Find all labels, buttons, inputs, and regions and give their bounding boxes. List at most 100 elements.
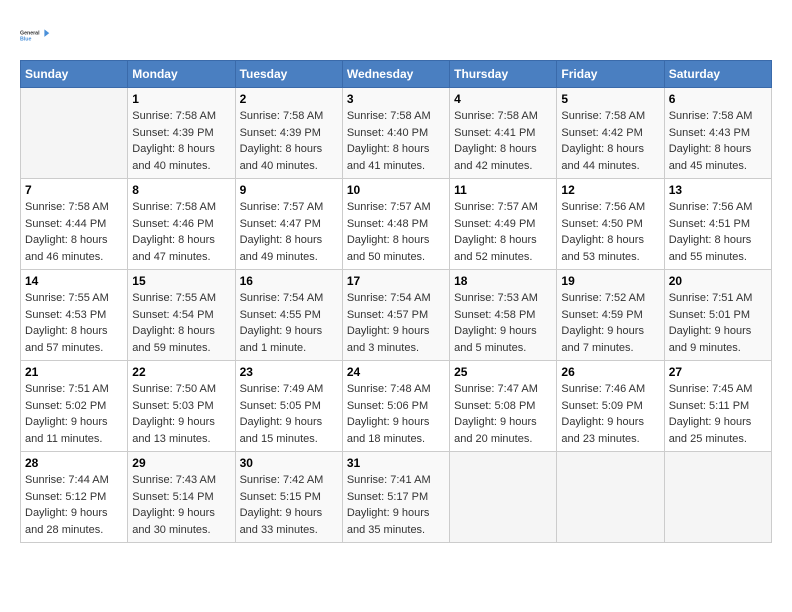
- calendar-cell: 3 Sunrise: 7:58 AMSunset: 4:40 PMDaylight…: [342, 88, 449, 179]
- calendar-cell: 2 Sunrise: 7:58 AMSunset: 4:39 PMDaylight…: [235, 88, 342, 179]
- column-header-monday: Monday: [128, 61, 235, 88]
- day-number: 11: [454, 183, 552, 197]
- day-info: Sunrise: 7:48 AMSunset: 5:06 PMDaylight:…: [347, 381, 445, 447]
- calendar-cell: 13 Sunrise: 7:56 AMSunset: 4:51 PMDayligh…: [664, 179, 771, 270]
- day-number: 15: [132, 274, 230, 288]
- column-header-sunday: Sunday: [21, 61, 128, 88]
- day-number: 9: [240, 183, 338, 197]
- calendar-cell: 15 Sunrise: 7:55 AMSunset: 4:54 PMDayligh…: [128, 270, 235, 361]
- day-number: 14: [25, 274, 123, 288]
- calendar-cell: 25 Sunrise: 7:47 AMSunset: 5:08 PMDayligh…: [450, 361, 557, 452]
- day-number: 28: [25, 456, 123, 470]
- calendar-table: SundayMondayTuesdayWednesdayThursdayFrid…: [20, 60, 772, 543]
- day-number: 17: [347, 274, 445, 288]
- day-info: Sunrise: 7:44 AMSunset: 5:12 PMDaylight:…: [25, 472, 123, 538]
- day-number: 27: [669, 365, 767, 379]
- calendar-cell: 30Sunrise: 7:42 AMSunset: 5:15 PMDayligh…: [235, 452, 342, 543]
- calendar-cell: 12 Sunrise: 7:56 AMSunset: 4:50 PMDayligh…: [557, 179, 664, 270]
- calendar-cell: 14 Sunrise: 7:55 AMSunset: 4:53 PMDayligh…: [21, 270, 128, 361]
- day-number: 13: [669, 183, 767, 197]
- day-number: 25: [454, 365, 552, 379]
- logo-icon: GeneralBlue: [20, 20, 50, 50]
- week-row-4: 21 Sunrise: 7:51 AMSunset: 5:02 PMDayligh…: [21, 361, 772, 452]
- day-info: Sunrise: 7:56 AMSunset: 4:51 PMDaylight:…: [669, 199, 767, 265]
- day-number: 21: [25, 365, 123, 379]
- day-number: 18: [454, 274, 552, 288]
- week-row-3: 14 Sunrise: 7:55 AMSunset: 4:53 PMDayligh…: [21, 270, 772, 361]
- calendar-cell: 29 Sunrise: 7:43 AMSunset: 5:14 PMDayligh…: [128, 452, 235, 543]
- calendar-cell: 21 Sunrise: 7:51 AMSunset: 5:02 PMDayligh…: [21, 361, 128, 452]
- day-number: 16: [240, 274, 338, 288]
- day-number: 26: [561, 365, 659, 379]
- day-info: Sunrise: 7:57 AMSunset: 4:47 PMDaylight:…: [240, 199, 338, 265]
- day-number: 7: [25, 183, 123, 197]
- day-info: Sunrise: 7:56 AMSunset: 4:50 PMDaylight:…: [561, 199, 659, 265]
- calendar-cell: 28 Sunrise: 7:44 AMSunset: 5:12 PMDayligh…: [21, 452, 128, 543]
- day-info: Sunrise: 7:43 AMSunset: 5:14 PMDaylight:…: [132, 472, 230, 538]
- day-number: 20: [669, 274, 767, 288]
- day-number: 30: [240, 456, 338, 470]
- calendar-cell: [664, 452, 771, 543]
- day-number: 23: [240, 365, 338, 379]
- week-row-5: 28 Sunrise: 7:44 AMSunset: 5:12 PMDayligh…: [21, 452, 772, 543]
- day-number: 3: [347, 92, 445, 106]
- day-info: Sunrise: 7:58 AMSunset: 4:46 PMDaylight:…: [132, 199, 230, 265]
- calendar-cell: 1 Sunrise: 7:58 AMSunset: 4:39 PMDaylight…: [128, 88, 235, 179]
- day-info: Sunrise: 7:55 AMSunset: 4:53 PMDaylight:…: [25, 290, 123, 356]
- day-number: 31: [347, 456, 445, 470]
- day-number: 19: [561, 274, 659, 288]
- calendar-cell: 6Sunrise: 7:58 AMSunset: 4:43 PMDaylight…: [664, 88, 771, 179]
- day-number: 4: [454, 92, 552, 106]
- calendar-cell: 18 Sunrise: 7:53 AMSunset: 4:58 PMDayligh…: [450, 270, 557, 361]
- svg-text:General: General: [20, 30, 40, 36]
- day-number: 12: [561, 183, 659, 197]
- day-info: Sunrise: 7:50 AMSunset: 5:03 PMDaylight:…: [132, 381, 230, 447]
- day-number: 2: [240, 92, 338, 106]
- calendar-cell: 17 Sunrise: 7:54 AMSunset: 4:57 PMDayligh…: [342, 270, 449, 361]
- calendar-cell: 9 Sunrise: 7:57 AMSunset: 4:47 PMDaylight…: [235, 179, 342, 270]
- calendar-cell: [557, 452, 664, 543]
- calendar-cell: 22 Sunrise: 7:50 AMSunset: 5:03 PMDayligh…: [128, 361, 235, 452]
- logo: GeneralBlue: [20, 20, 50, 50]
- day-number: 24: [347, 365, 445, 379]
- day-info: Sunrise: 7:53 AMSunset: 4:58 PMDaylight:…: [454, 290, 552, 356]
- day-info: Sunrise: 7:58 AMSunset: 4:44 PMDaylight:…: [25, 199, 123, 265]
- day-info: Sunrise: 7:55 AMSunset: 4:54 PMDaylight:…: [132, 290, 230, 356]
- calendar-cell: 31 Sunrise: 7:41 AMSunset: 5:17 PMDayligh…: [342, 452, 449, 543]
- calendar-cell: 16 Sunrise: 7:54 AMSunset: 4:55 PMDayligh…: [235, 270, 342, 361]
- column-header-thursday: Thursday: [450, 61, 557, 88]
- calendar-cell: 20 Sunrise: 7:51 AMSunset: 5:01 PMDayligh…: [664, 270, 771, 361]
- header-row: SundayMondayTuesdayWednesdayThursdayFrid…: [21, 61, 772, 88]
- day-info: Sunrise: 7:58 AMSunset: 4:41 PMDaylight:…: [454, 108, 552, 174]
- calendar-cell: 7 Sunrise: 7:58 AMSunset: 4:44 PMDaylight…: [21, 179, 128, 270]
- calendar-cell: 26 Sunrise: 7:46 AMSunset: 5:09 PMDayligh…: [557, 361, 664, 452]
- week-row-2: 7 Sunrise: 7:58 AMSunset: 4:44 PMDaylight…: [21, 179, 772, 270]
- day-info: Sunrise: 7:54 AMSunset: 4:55 PMDaylight:…: [240, 290, 338, 356]
- day-number: 10: [347, 183, 445, 197]
- calendar-cell: 10Sunrise: 7:57 AMSunset: 4:48 PMDayligh…: [342, 179, 449, 270]
- day-number: 6: [669, 92, 767, 106]
- calendar-cell: [21, 88, 128, 179]
- day-info: Sunrise: 7:57 AMSunset: 4:49 PMDaylight:…: [454, 199, 552, 265]
- column-header-wednesday: Wednesday: [342, 61, 449, 88]
- day-number: 22: [132, 365, 230, 379]
- day-info: Sunrise: 7:47 AMSunset: 5:08 PMDaylight:…: [454, 381, 552, 447]
- calendar-cell: 19Sunrise: 7:52 AMSunset: 4:59 PMDayligh…: [557, 270, 664, 361]
- day-info: Sunrise: 7:58 AMSunset: 4:42 PMDaylight:…: [561, 108, 659, 174]
- calendar-cell: 8 Sunrise: 7:58 AMSunset: 4:46 PMDaylight…: [128, 179, 235, 270]
- day-info: Sunrise: 7:58 AMSunset: 4:39 PMDaylight:…: [240, 108, 338, 174]
- day-number: 1: [132, 92, 230, 106]
- day-number: 8: [132, 183, 230, 197]
- day-info: Sunrise: 7:51 AMSunset: 5:01 PMDaylight:…: [669, 290, 767, 356]
- day-info: Sunrise: 7:51 AMSunset: 5:02 PMDaylight:…: [25, 381, 123, 447]
- day-info: Sunrise: 7:41 AMSunset: 5:17 PMDaylight:…: [347, 472, 445, 538]
- day-info: Sunrise: 7:54 AMSunset: 4:57 PMDaylight:…: [347, 290, 445, 356]
- header: GeneralBlue: [20, 20, 772, 50]
- calendar-cell: 4 Sunrise: 7:58 AMSunset: 4:41 PMDaylight…: [450, 88, 557, 179]
- day-number: 29: [132, 456, 230, 470]
- day-info: Sunrise: 7:58 AMSunset: 4:39 PMDaylight:…: [132, 108, 230, 174]
- calendar-cell: [450, 452, 557, 543]
- day-number: 5: [561, 92, 659, 106]
- day-info: Sunrise: 7:58 AMSunset: 4:40 PMDaylight:…: [347, 108, 445, 174]
- day-info: Sunrise: 7:46 AMSunset: 5:09 PMDaylight:…: [561, 381, 659, 447]
